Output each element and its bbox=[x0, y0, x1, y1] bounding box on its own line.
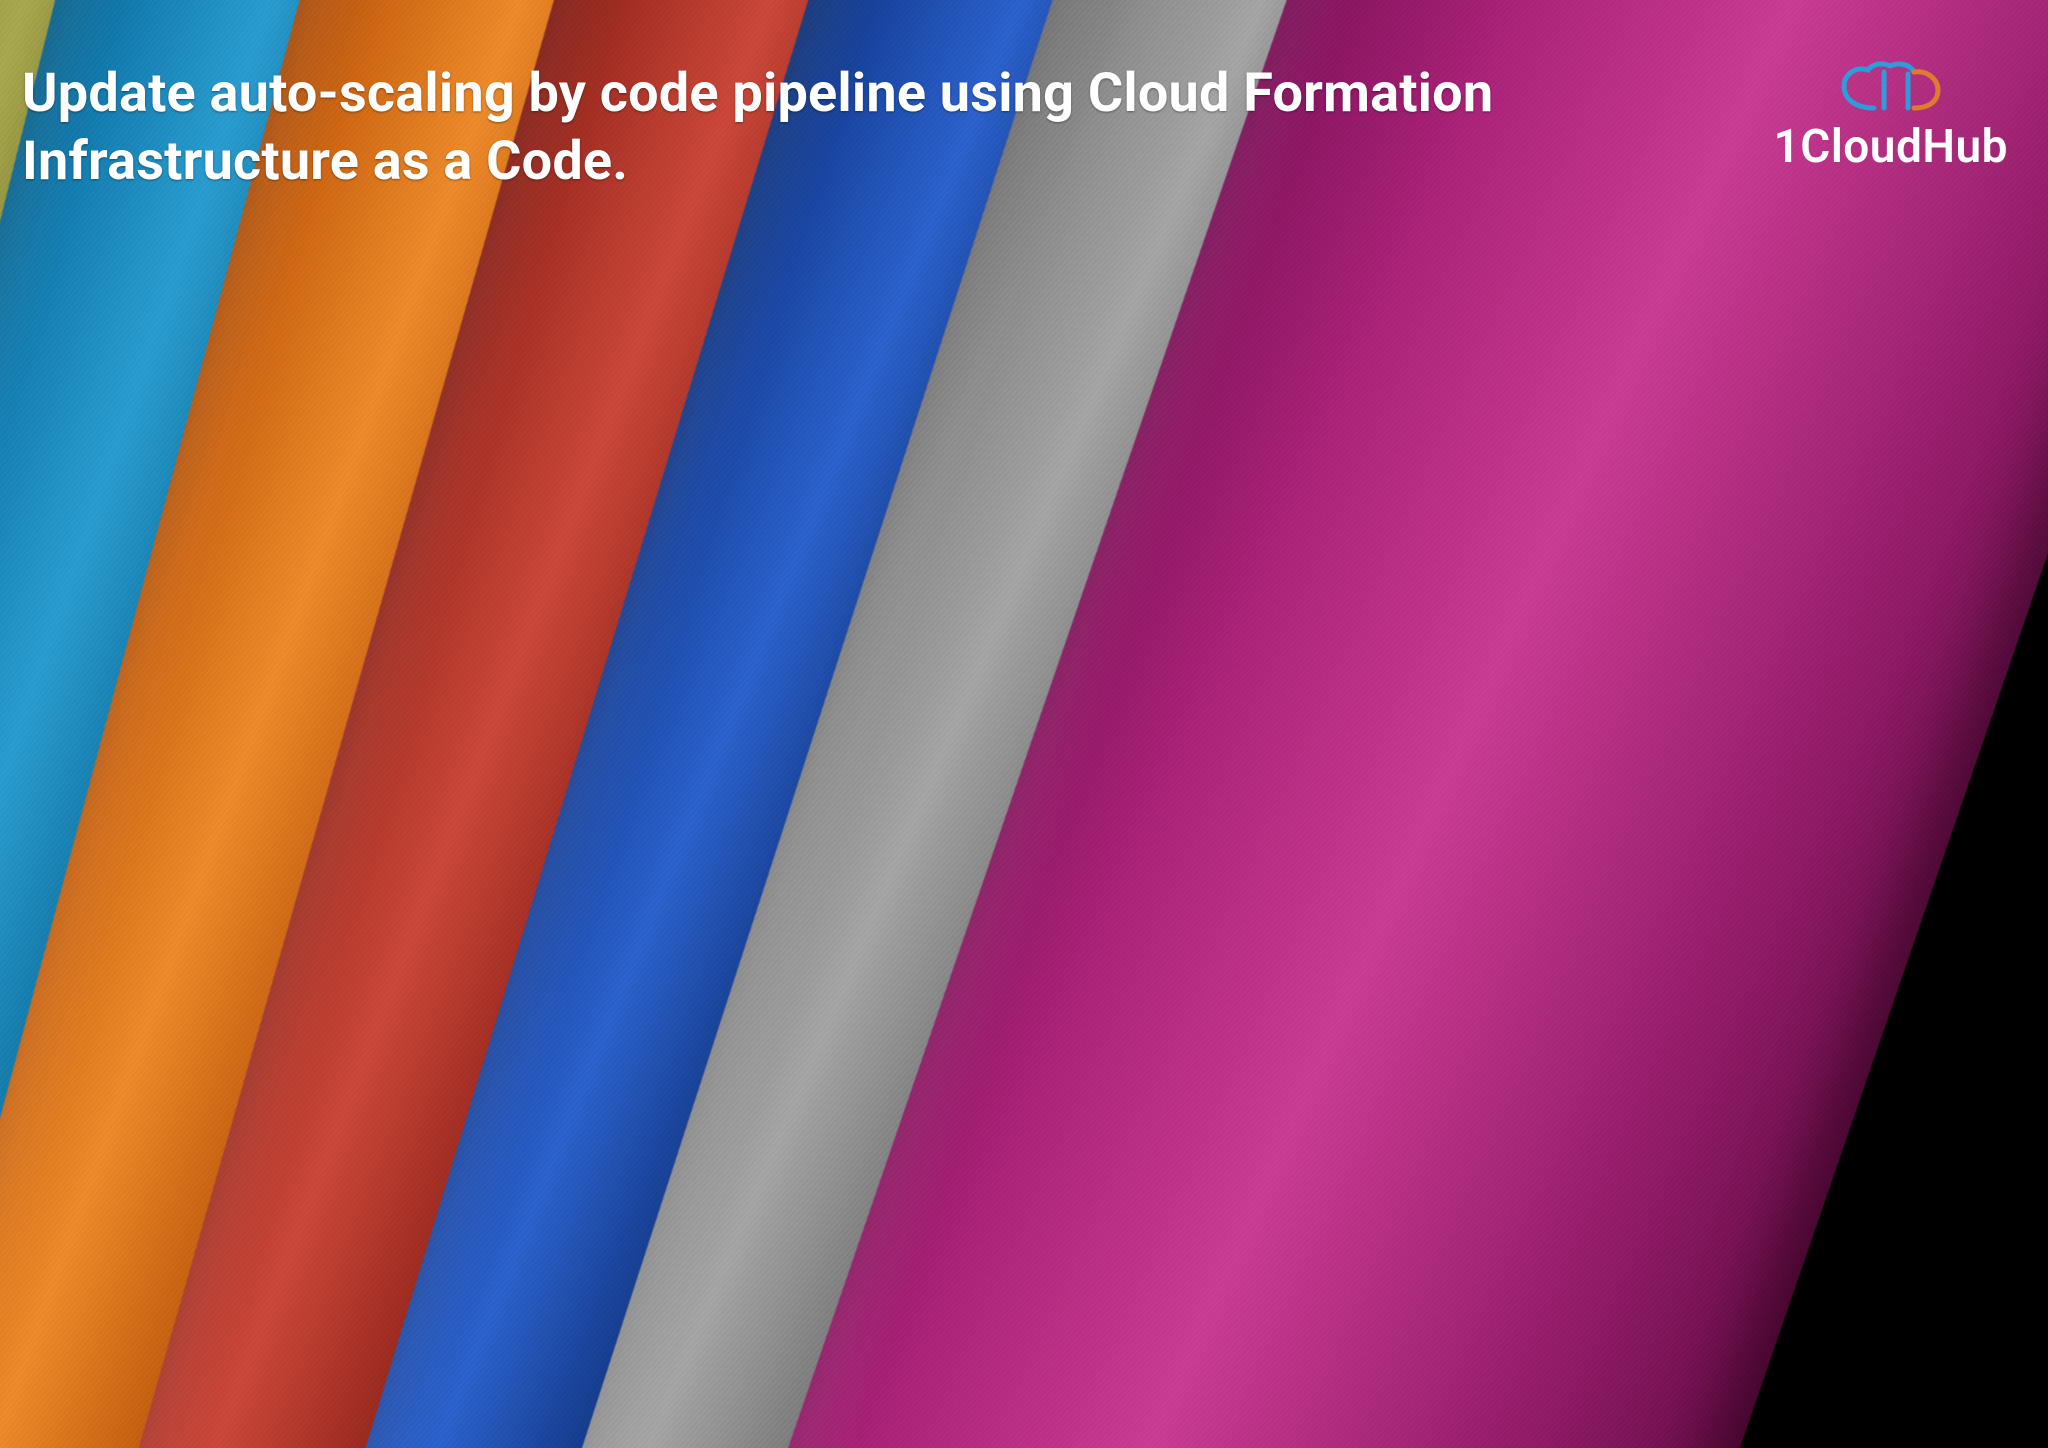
brand-name: 1CloudHub bbox=[1773, 120, 2008, 174]
fabric-background bbox=[0, 0, 2048, 1448]
headline-text: Update auto-scaling by code pipeline usi… bbox=[22, 62, 1493, 193]
brand-logo: 1CloudHub bbox=[1773, 60, 2008, 174]
cloud-icon bbox=[1836, 60, 1946, 114]
headline: Update auto-scaling by code pipeline usi… bbox=[22, 60, 1528, 195]
headline-period: . bbox=[612, 130, 628, 193]
image-canvas: Update auto-scaling by code pipeline usi… bbox=[0, 0, 2048, 1448]
